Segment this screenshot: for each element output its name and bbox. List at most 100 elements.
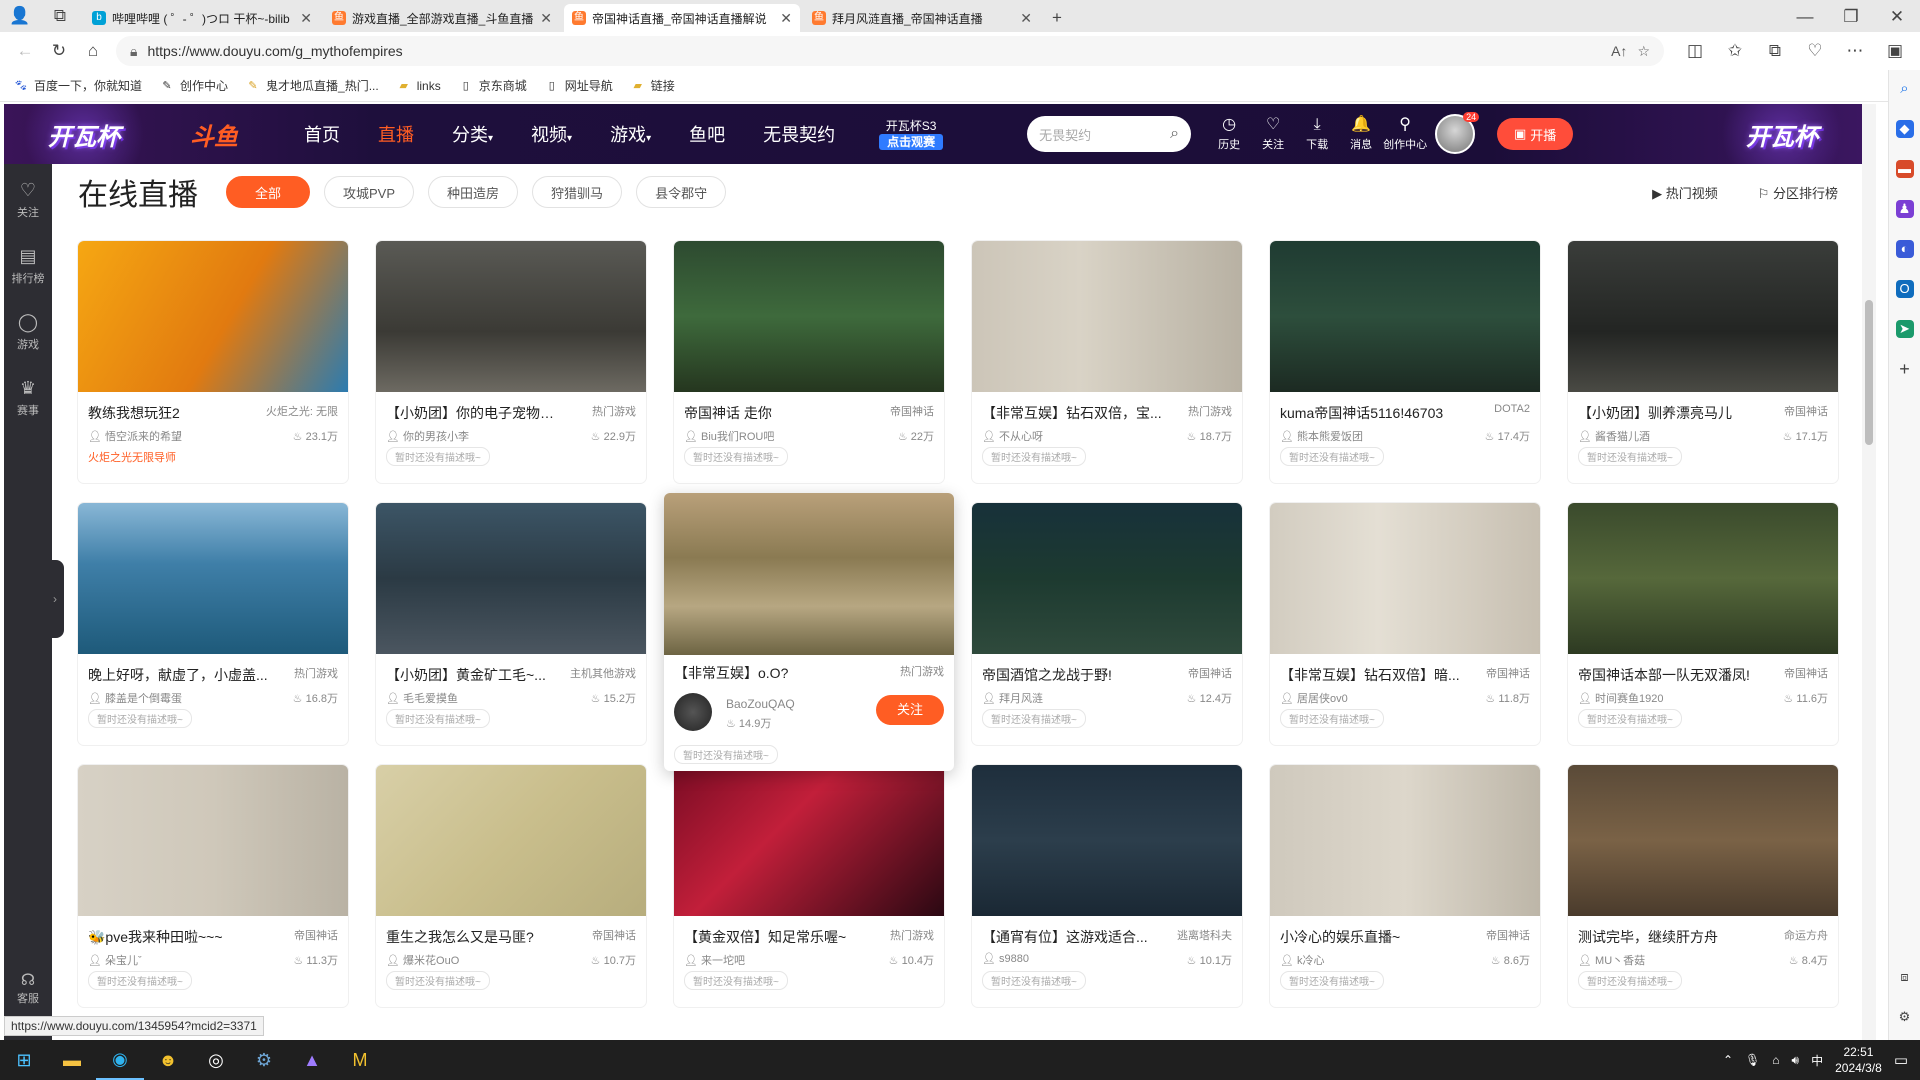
scrollbar-thumb[interactable] xyxy=(1865,300,1873,445)
stream-thumbnail[interactable] xyxy=(1270,241,1540,392)
stream-card[interactable]: 晚上好呀，献虚了，小虚盖... 热门游戏 👤︎ 膝盖是个倒霉蛋 ♨ 16.8万 暂时还没… xyxy=(78,503,348,745)
header-icon-button[interactable]: ⚲ 创作中心 xyxy=(1383,116,1427,152)
start-live-button[interactable]: ▣ 开播 xyxy=(1497,118,1574,150)
bookmark-item[interactable]: ▰ links xyxy=(397,79,440,93)
back-button[interactable]: ← xyxy=(8,36,42,66)
stream-thumbnail[interactable] xyxy=(1568,241,1838,392)
customer-service[interactable]: ☊ 客服 xyxy=(4,970,52,1006)
office-icon[interactable]: ◐ xyxy=(1895,240,1914,258)
read-aloud-icon[interactable]: A↑ xyxy=(1611,43,1627,59)
stream-card[interactable]: 【非常互娱】钻石双倍】暗... 帝国神话 👤︎ 居居侠ov0 ♨ 11.8万 暂时还没有… xyxy=(1270,503,1540,745)
tab-close-icon[interactable]: ✕ xyxy=(780,10,792,27)
tools-icon[interactable]: ▬ xyxy=(1895,160,1914,178)
stream-thumbnail[interactable] xyxy=(1270,765,1540,916)
start-button[interactable]: ⊞ xyxy=(0,1040,48,1080)
card-title[interactable]: 重生之我怎么又是马匪? xyxy=(386,927,534,947)
sidebar-item[interactable]: ♡ 关注 xyxy=(17,180,39,220)
sidebar-expand-handle[interactable]: › xyxy=(46,560,64,638)
edge-browser-icon[interactable]: ◉ xyxy=(96,1040,144,1080)
nav-item[interactable]: 直播 xyxy=(378,121,414,147)
avatar[interactable]: 24 xyxy=(1435,112,1480,154)
ime-indicator[interactable]: 中 xyxy=(1811,1052,1823,1069)
card-category[interactable]: 帝国神话 xyxy=(1784,403,1828,423)
stream-thumbnail[interactable] xyxy=(972,503,1242,654)
sidebar-item[interactable]: ◯ 游戏 xyxy=(17,312,39,352)
stream-thumbnail[interactable] xyxy=(1568,503,1838,654)
hot-videos-link[interactable]: ▶︎ 热门视频 xyxy=(1652,183,1718,202)
card-category[interactable]: 热门游戏 xyxy=(294,665,338,685)
stream-thumbnail[interactable] xyxy=(376,765,646,916)
card-category[interactable]: 热门游戏 xyxy=(1188,403,1232,423)
tab-actions-icon[interactable]: ⧉ xyxy=(40,0,80,32)
stream-card[interactable]: kuma帝国神话5116!46703 DOTA2 👤︎ 熊本熊爱饭团 ♨ 17.4万暂… xyxy=(1270,241,1540,483)
card-title[interactable]: 【黄金双倍】知足常乐喔~ xyxy=(684,927,846,947)
stream-thumbnail[interactable] xyxy=(972,765,1242,916)
nav-item[interactable]: 分类▾ xyxy=(452,121,493,147)
file-explorer-icon[interactable]: ▬ xyxy=(48,1040,96,1080)
card-title[interactable]: 【小奶团】你的电子宠物小李 xyxy=(386,403,566,423)
stream-thumbnail[interactable] xyxy=(78,765,348,916)
stream-card[interactable]: 测试完毕，继续肝方舟 命运方舟 👤︎ MU丶香菇 ♨ 8.4万 暂时还没有描述哦~ xyxy=(1568,765,1838,1007)
stream-card-hover[interactable]: 【非常互娱】o.O? 热门游戏 BaoZouQAQ ♨ 14.9万 关注 暂时还没有描述哦… xyxy=(664,493,954,771)
card-category[interactable]: 热门游戏 xyxy=(900,663,944,683)
filter-chip[interactable]: 攻城PVP xyxy=(324,176,415,208)
card-title[interactable]: kuma帝国神话5116!46703 xyxy=(1280,403,1443,423)
card-category[interactable]: 命运方舟 xyxy=(1784,927,1828,947)
tab-close-icon[interactable]: ✕ xyxy=(540,10,552,27)
app-icon-1[interactable]: ☻ xyxy=(144,1040,192,1080)
stream-card[interactable]: 🐝pve我来种田啦~~~ 帝国神话 👤︎ 朵宝儿ˇ ♨ 11.3万 暂时还没有描述哦~ xyxy=(78,765,348,1007)
filter-chip[interactable]: 全部 xyxy=(226,176,311,208)
close-window-button[interactable]: ✕ xyxy=(1874,2,1920,32)
streamer-name-wrap[interactable]: 👤︎ k冷心 xyxy=(1280,952,1325,968)
tab-close-icon[interactable]: ✕ xyxy=(300,10,312,27)
streamer-name-wrap[interactable]: 👤︎ 来一坨吧 xyxy=(684,952,745,968)
tab-close-icon[interactable]: ✕ xyxy=(1020,10,1032,27)
notifications-icon[interactable]: ▭ xyxy=(1894,1051,1908,1069)
volume-icon[interactable]: 🔊︎ xyxy=(1792,1053,1800,1068)
bookmark-item[interactable]: ▯ 京东商城 xyxy=(459,77,527,94)
card-title[interactable]: 【小奶团】驯养漂亮马儿 xyxy=(1578,403,1732,423)
new-tab-button[interactable]: + xyxy=(1040,4,1074,32)
card-category[interactable]: 帝国神话 xyxy=(1188,665,1232,685)
browser-essentials-icon[interactable]: ♡ xyxy=(1798,36,1832,66)
streamer-name-wrap[interactable]: 👤︎ 居居侠ov0 xyxy=(1280,690,1348,706)
clock[interactable]: 22:51 2024/3/8 xyxy=(1835,1044,1882,1076)
page-scrollbar[interactable] xyxy=(1862,104,1876,1040)
card-tag[interactable]: 火炬之光无限导师 xyxy=(88,449,176,465)
streamer-name-wrap[interactable]: 👤︎ 膝盖是个倒霉蛋 xyxy=(88,690,182,706)
promo-link[interactable]: 开瓦杯S3 点击观赛 xyxy=(879,118,944,150)
card-category[interactable]: 逃离塔科夫 xyxy=(1177,927,1232,947)
home-button[interactable]: ⌂ xyxy=(76,36,110,66)
follow-button[interactable]: 关注 xyxy=(876,695,944,725)
card-title[interactable]: 【小奶团】黄金矿工毛~... xyxy=(386,665,546,685)
stream-thumbnail[interactable] xyxy=(78,503,348,654)
stream-card[interactable]: 【小奶团】驯养漂亮马儿 帝国神话 👤︎ 酱香猫儿酒 ♨ 17.1万 暂时还没有描述哦~ xyxy=(1568,241,1838,483)
app-icon-4[interactable]: M xyxy=(336,1040,384,1080)
stream-card[interactable]: 帝国酒馆之龙战于野! 帝国神话 👤︎ 拜月风涟 ♨ 12.4万 暂时还没有描述哦~ xyxy=(972,503,1242,745)
card-category[interactable]: 帝国神话 xyxy=(592,927,636,947)
card-title[interactable]: 教练我想玩狂2 xyxy=(88,403,180,423)
search-icon[interactable]: ⌕ xyxy=(1170,125,1179,143)
card-title[interactable]: 🐝pve我来种田啦~~~ xyxy=(88,927,223,947)
card-title[interactable]: 帝国神话 走你 xyxy=(684,403,772,423)
more-menu-icon[interactable]: ⋯ xyxy=(1838,36,1872,66)
card-category[interactable]: 帝国神话 xyxy=(1486,927,1530,947)
browser-tab[interactable]: 鱼拜月风涟直播_帝国神话直播 ✕ xyxy=(804,4,1040,32)
streamer-name-wrap[interactable]: 👤︎ 毛毛爱摸鱼 xyxy=(386,690,458,706)
browser-tab[interactable]: 鱼游戏直播_全部游戏直播_斗鱼直播 ✕ xyxy=(324,4,560,32)
streamer-name-wrap[interactable]: 👤︎ 你的男孩小李 xyxy=(386,428,469,444)
stream-card[interactable]: 【黄金双倍】知足常乐喔~ 热门游戏 👤︎ 来一坨吧 ♨ 10.4万 暂时还没有描述哦~ xyxy=(674,765,944,1007)
sidebar-item[interactable]: ♛ 赛事 xyxy=(17,378,39,418)
bookmark-item[interactable]: ▰ 链接 xyxy=(631,77,675,94)
sidebar-item[interactable]: ▤ 排行榜 xyxy=(12,246,45,286)
games-icon[interactable]: ♟ xyxy=(1895,200,1914,218)
filter-chip[interactable]: 县令郡守 xyxy=(636,176,727,208)
card-title[interactable]: 晚上好呀，献虚了，小虚盖... xyxy=(88,665,268,685)
app-icon-3[interactable]: ▲ xyxy=(288,1040,336,1080)
streamer-avatar[interactable] xyxy=(674,693,712,731)
streamer-name-wrap[interactable]: 👤︎ 悟空派来的希望 xyxy=(88,428,182,444)
bookmark-item[interactable]: ✎ 创作中心 xyxy=(160,77,228,94)
header-icon-button[interactable]: ⤓ 下载 xyxy=(1295,116,1339,152)
send-icon[interactable]: ➤ xyxy=(1895,320,1914,338)
minimize-button[interactable]: — xyxy=(1782,2,1828,32)
